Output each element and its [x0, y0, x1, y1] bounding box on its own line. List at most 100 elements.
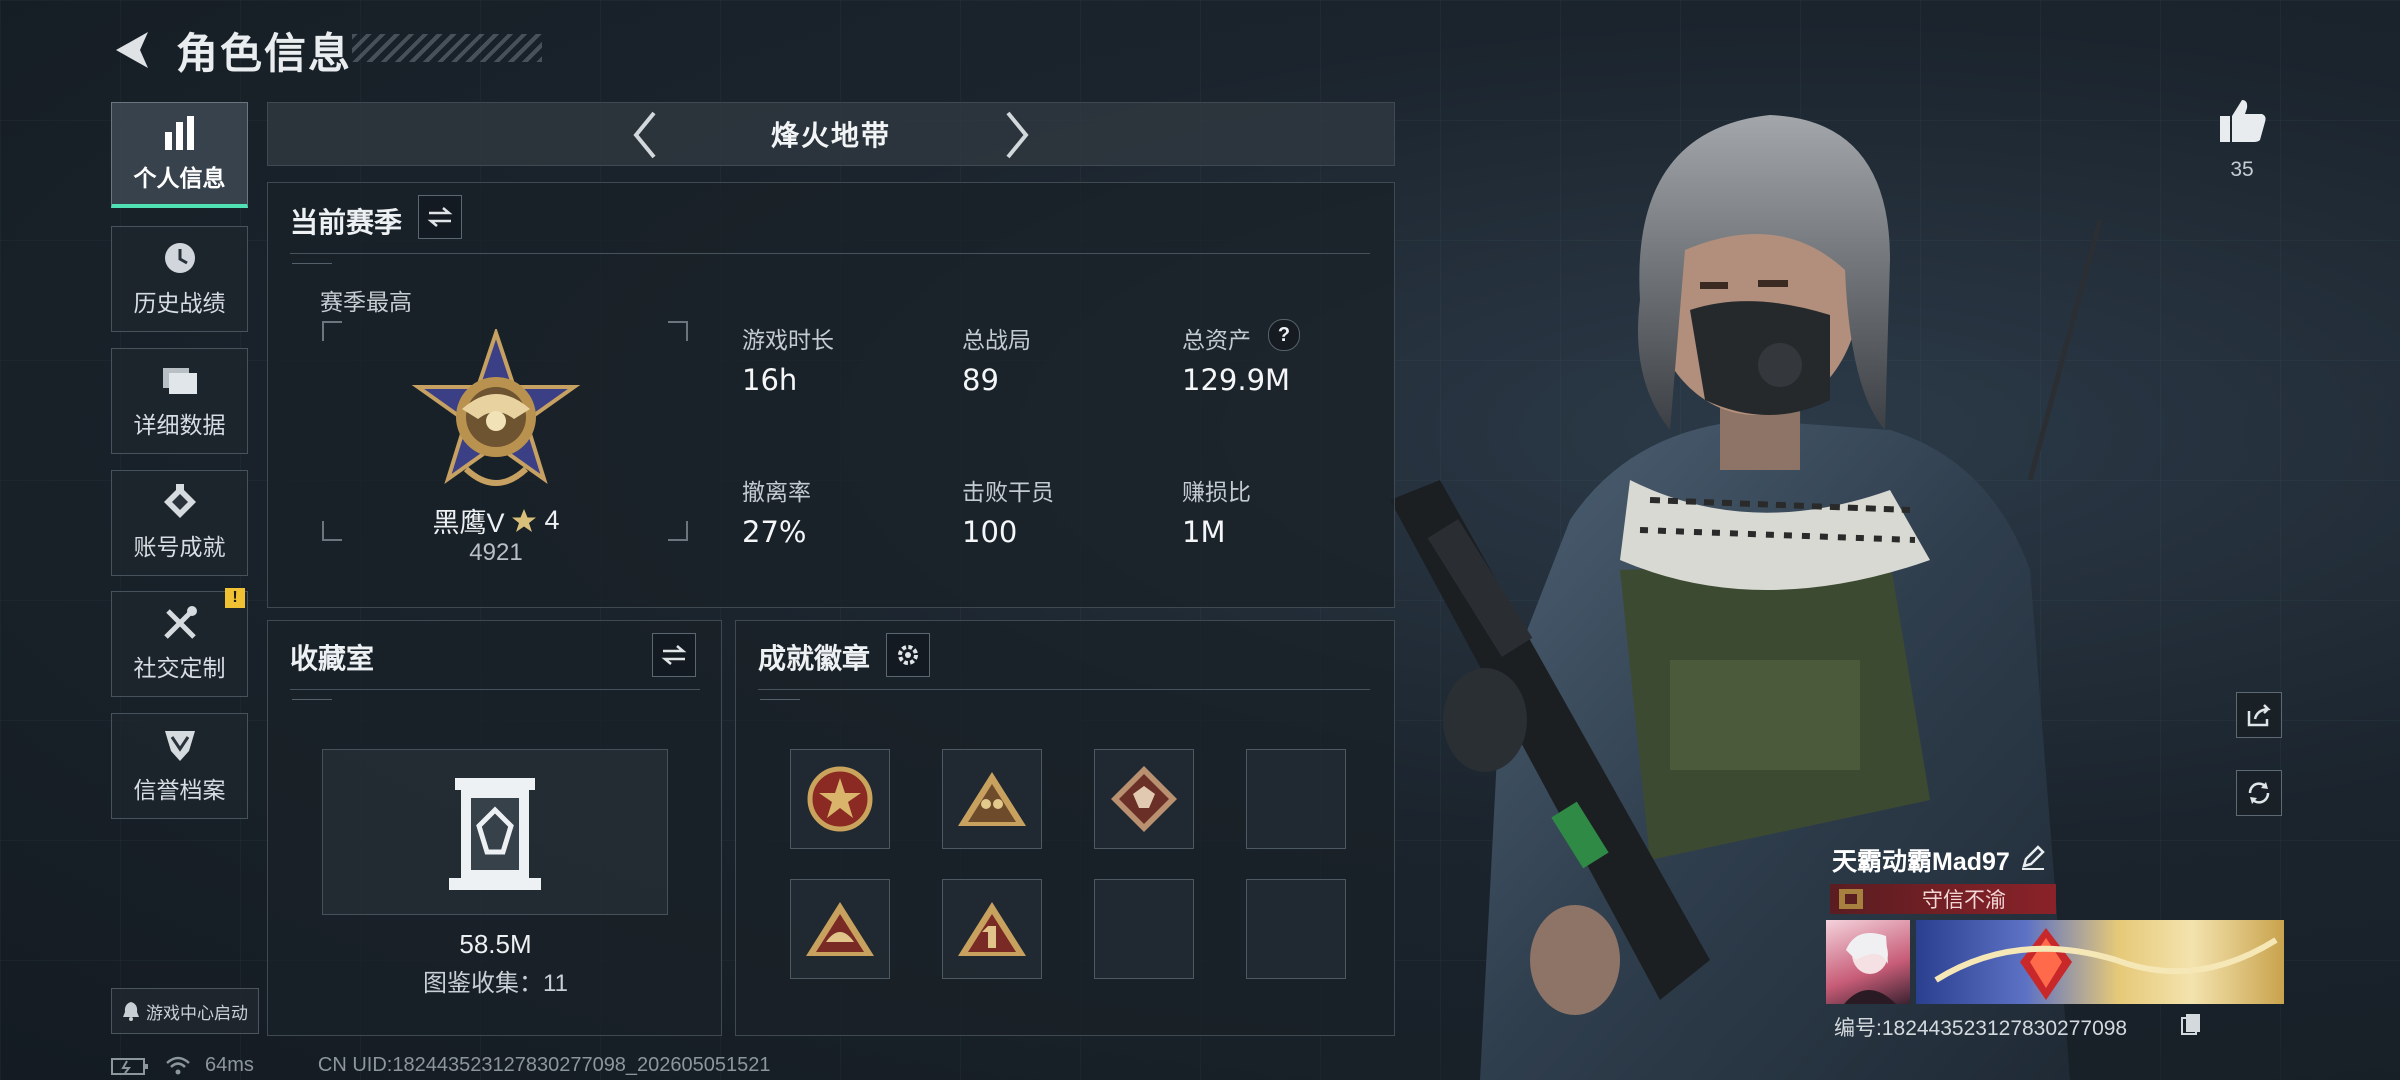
mode-next-button[interactable]	[994, 111, 1042, 159]
badges-settings-button[interactable]	[886, 633, 930, 677]
share-button[interactable]	[2236, 692, 2282, 738]
swap-arrows-icon	[661, 645, 687, 665]
battery-icon	[111, 1057, 148, 1075]
sidebar-item-label: 账号成就	[133, 534, 226, 560]
divider-decoration	[760, 699, 800, 705]
sidebar-item-label: 信誉档案	[133, 777, 226, 803]
bar-chart-icon	[160, 115, 200, 151]
like-count: 35	[2230, 158, 2254, 181]
badge-slot-empty[interactable]	[1246, 879, 1346, 979]
badge-slot-star-medal[interactable]	[790, 749, 890, 849]
mode-selector: 烽火地带	[267, 102, 1395, 166]
mode-name: 烽火地带	[770, 120, 891, 151]
stat-kills-label: 击败干员	[962, 479, 1054, 505]
game-center-launch-button[interactable]: 游戏中心启动	[111, 988, 259, 1034]
frame-corner	[668, 321, 688, 341]
badge-slot-soldiers[interactable]	[942, 749, 1042, 849]
refresh-icon	[2248, 782, 2270, 804]
badge-slot-empty[interactable]	[1094, 879, 1194, 979]
sidebar-item-label: 社交定制	[133, 655, 226, 681]
stat-total-assets-label: 总资产	[1182, 327, 1251, 353]
stat-total-matches-label: 总战局	[962, 327, 1031, 353]
divider-decoration	[292, 263, 332, 269]
title-emblem-icon	[1839, 889, 1863, 909]
star-medal-icon	[807, 766, 873, 832]
stat-extract-rate-label: 撤离率	[742, 479, 811, 505]
uid-text: CN UID:1824435231278302770​98_2026050515…	[317, 1054, 771, 1076]
soldiers-triangle-icon	[958, 772, 1026, 826]
stat-total-matches-value: 89	[962, 363, 999, 397]
back-button[interactable]	[112, 28, 152, 72]
vault-icon	[449, 778, 541, 890]
stat-total-assets-value: 129.9M	[1182, 363, 1291, 397]
rank-stars: 4	[544, 505, 560, 535]
swap-arrows-icon	[427, 207, 453, 227]
sidebar-item-label: 详细数据	[133, 412, 226, 438]
honor-title-text: 守信不渝	[1922, 889, 2006, 912]
stat-kills-value: 100	[962, 515, 1018, 549]
divider	[290, 253, 1370, 254]
black-hawk-rank-emblem	[411, 329, 581, 486]
chevron-left-icon	[633, 111, 656, 159]
badge-slot-number-one[interactable]	[942, 879, 1042, 979]
player-name: 天霸动霸Mad97	[1832, 848, 2010, 876]
collection-display[interactable]	[322, 749, 668, 915]
frame-corner	[322, 321, 342, 341]
player-id-line: 编号:1824435231278302770​98	[1834, 1012, 2127, 1042]
like-button[interactable]	[2218, 96, 2268, 149]
sidebar-item-personal-info[interactable]: 个人信息	[111, 102, 248, 208]
current-season-panel: 当前赛季 赛季最高 黑鹰V 4 4921 游戏时长 16h 总战局 89 总资产…	[267, 182, 1395, 608]
sidebar-item-label: 历史战绩	[133, 290, 226, 316]
edit-name-button[interactable]	[2020, 844, 2046, 875]
rank-name: 黑鹰V	[432, 508, 505, 538]
player-avatar[interactable]	[1826, 920, 1910, 1004]
ping-value: 64ms	[205, 1054, 254, 1076]
copy-icon	[2181, 1014, 2200, 1035]
sidebar-item-label: 个人信息	[133, 164, 226, 191]
sidebar-item-achievements[interactable]: 账号成就	[111, 470, 248, 576]
sidebar-item-detail-data[interactable]: 详细数据	[111, 348, 248, 454]
page-title: 角色信息	[176, 29, 353, 77]
bell-icon	[123, 1002, 139, 1021]
header: 角色信息	[112, 22, 352, 78]
rank-line: 黑鹰V 4	[268, 501, 724, 540]
refresh-button[interactable]	[2236, 770, 2282, 816]
season-switch-button[interactable]	[418, 195, 462, 239]
honor-title-tag: 守信不渝	[1830, 884, 2056, 914]
helmet-triangle-icon	[806, 902, 874, 956]
sidebar-item-credit-record[interactable]: 信誉档案	[111, 713, 248, 819]
badge-slot-wolf[interactable]	[1094, 749, 1194, 849]
stat-extract-rate-value: 27%	[742, 515, 807, 549]
share-icon	[2247, 704, 2271, 727]
banner-artwork	[1934, 928, 2278, 1000]
collection-value: 58.5M	[459, 929, 532, 959]
copy-id-button[interactable]	[2180, 1012, 2202, 1041]
season-title: 当前赛季	[290, 207, 403, 238]
rank-points: 4921	[469, 539, 523, 566]
pencil-icon	[2022, 845, 2045, 870]
chevron-right-icon	[1006, 111, 1029, 159]
collection-title: 收藏室	[290, 643, 375, 674]
badge-slot-helmet[interactable]	[790, 879, 890, 979]
player-banner[interactable]	[1916, 920, 2284, 1004]
collection-switch-button[interactable]	[652, 633, 696, 677]
catalog-label: 图鉴收集：	[423, 970, 544, 997]
thumbs-up-icon	[2220, 100, 2266, 142]
catalog-line: 图鉴收集：11	[268, 963, 723, 998]
catalog-count: 11	[543, 970, 568, 997]
collection-panel: 收藏室 58.5M 图鉴收集：11	[267, 620, 722, 1036]
wolf-diamond-icon	[1111, 766, 1177, 832]
number-one-triangle-icon	[958, 902, 1026, 956]
help-icon[interactable]: ?	[1268, 319, 1300, 351]
star-icon	[512, 508, 537, 532]
avatar-figure	[1844, 933, 1896, 1004]
achievement-icon	[160, 484, 200, 520]
stat-play-time-value: 16h	[742, 363, 798, 397]
stat-profit-ratio-value: 1M	[1182, 515, 1226, 549]
season-best-label: 赛季最高	[320, 289, 412, 315]
status-bar: 64ms CN UID:1824435231278302770​98_20260…	[111, 1054, 771, 1077]
credit-shield-icon	[160, 727, 200, 763]
mode-prev-button[interactable]	[620, 111, 668, 159]
badge-slot-empty[interactable]	[1246, 749, 1346, 849]
sidebar-item-history[interactable]: 历史战绩	[111, 226, 248, 332]
